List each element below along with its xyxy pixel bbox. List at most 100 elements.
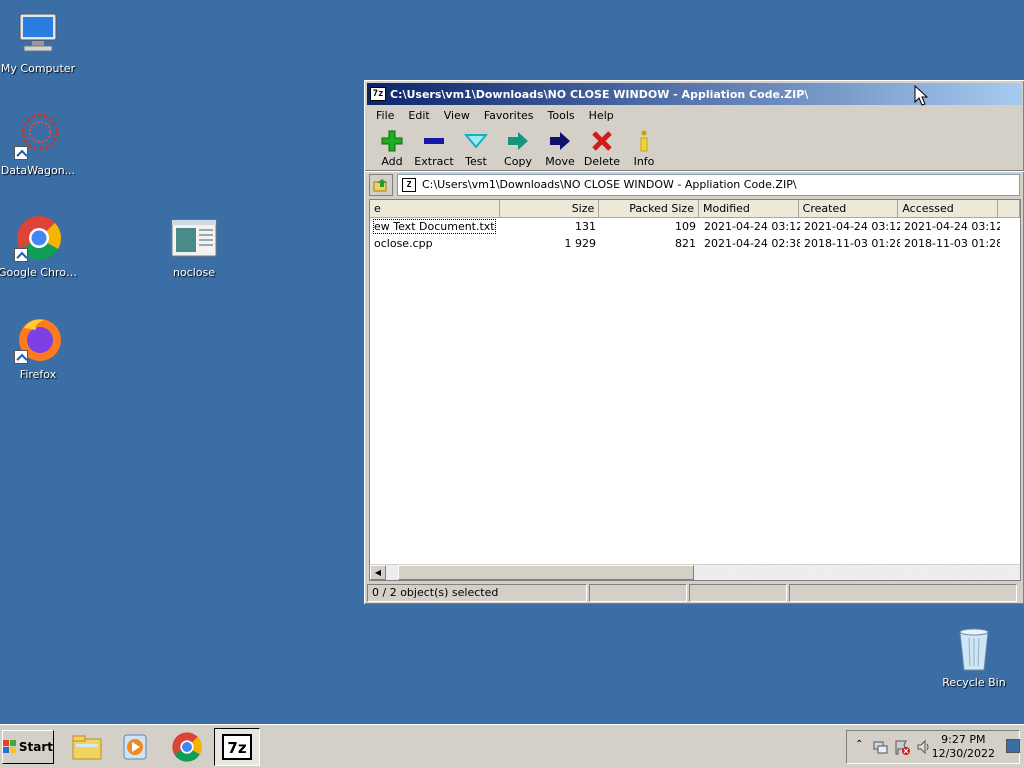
move-label: Move	[545, 155, 575, 168]
add-button[interactable]: Add	[371, 125, 413, 168]
horizontal-scrollbar[interactable]: ◀	[370, 564, 1020, 580]
file-packed-size: 821	[675, 237, 696, 250]
scroll-left-button[interactable]: ◀	[370, 565, 386, 580]
windows-logo-icon	[3, 740, 17, 754]
status-pane-4	[789, 584, 1017, 602]
add-label: Add	[381, 155, 403, 168]
move-button[interactable]: Move	[539, 125, 581, 168]
desktop-icon-label: My Computer	[0, 62, 76, 75]
show-hidden-icons-icon[interactable]: ⌃	[853, 739, 866, 755]
clock-date: 12/30/2022	[931, 747, 995, 760]
column-header-created[interactable]: Created	[799, 200, 899, 218]
start-label: Start	[18, 740, 53, 754]
file-created: 2018-11-03 01:28	[804, 237, 900, 250]
delete-label: Delete	[583, 155, 621, 168]
copy-icon	[506, 129, 530, 153]
file-name: oclose.cpp	[374, 237, 433, 250]
desktop-icon-datawagon[interactable]: DataWagon...	[0, 112, 78, 177]
file-accessed: 2018-11-03 01:28	[904, 237, 1000, 250]
file-name: ew Text Document.txt	[373, 219, 496, 234]
desktop-icon-label: Recycle Bin	[942, 676, 1006, 689]
column-header-packed-size[interactable]: Packed Size	[599, 200, 699, 218]
scrollbar-thumb[interactable]	[398, 565, 694, 580]
add-icon	[380, 129, 404, 153]
column-header-modified[interactable]: Modified	[699, 200, 799, 218]
sevenzip-logo-icon: 7z	[370, 87, 386, 101]
taskbar-chrome-button[interactable]	[164, 728, 210, 766]
address-bar: Z C:\Users\vm1\Downloads\NO CLOSE WINDOW…	[365, 171, 1024, 197]
taskbar-explorer-button[interactable]	[64, 728, 110, 766]
column-header-accessed[interactable]: Accessed	[898, 200, 999, 218]
svg-text:7z: 7z	[227, 739, 246, 757]
volume-icon[interactable]	[916, 739, 932, 755]
system-tray: ⌃ 9:27 PM 12/30/2022	[846, 730, 1020, 764]
menu-view[interactable]: View	[437, 109, 477, 122]
menu-favorites[interactable]: Favorites	[477, 109, 541, 122]
media-player-icon	[123, 734, 147, 760]
file-size: 131	[575, 220, 596, 233]
file-created: 2021-04-24 03:12	[804, 220, 900, 233]
delete-button[interactable]: Delete	[581, 125, 623, 168]
shortcut-arrow-icon	[14, 350, 28, 364]
clock[interactable]: 9:27 PM 12/30/2022	[932, 733, 995, 761]
test-icon	[463, 129, 489, 153]
table-row[interactable]: ew Text Document.txt 131 109 2021-04-24 …	[370, 218, 1020, 235]
folder-up-icon	[373, 178, 387, 191]
test-button[interactable]: Test	[455, 125, 497, 168]
desktop-icon-google-chrome[interactable]: Google Chrome	[0, 214, 78, 279]
menu-edit[interactable]: Edit	[401, 109, 436, 122]
action-center-flag-icon[interactable]	[894, 739, 910, 755]
menu-bar: File Edit View Favorites Tools Help	[365, 105, 1024, 125]
column-header-size[interactable]: Size	[500, 200, 600, 218]
chevron-left-icon: ◀	[374, 568, 382, 577]
copy-button[interactable]: Copy	[497, 125, 539, 168]
file-modified: 2021-04-24 02:38	[704, 237, 800, 250]
address-field[interactable]: Z C:\Users\vm1\Downloads\NO CLOSE WINDOW…	[397, 173, 1020, 196]
shortcut-arrow-icon	[14, 146, 28, 160]
info-button[interactable]: Info	[623, 125, 665, 168]
up-folder-button[interactable]	[369, 173, 393, 196]
chrome-icon	[14, 214, 62, 262]
desktop-icon-my-computer[interactable]: My Computer	[0, 10, 78, 75]
desktop-icon-label: DataWagon...	[0, 164, 76, 177]
menu-tools[interactable]: Tools	[541, 109, 582, 122]
move-icon	[548, 129, 572, 153]
desktop-icon-noclose[interactable]: noclose	[154, 214, 234, 279]
status-pane-2	[589, 584, 687, 602]
table-row[interactable]: oclose.cpp 1 929 821 2021-04-24 02:38 20…	[370, 235, 1020, 252]
sevenzip-logo-icon: 7z	[222, 734, 252, 760]
column-header-extra	[998, 200, 1020, 218]
desktop-icon-firefox[interactable]: Firefox	[0, 316, 78, 381]
column-header-name[interactable]: e	[370, 200, 500, 218]
chrome-icon	[172, 732, 202, 762]
folder-icon	[72, 735, 102, 760]
program-window-icon	[170, 214, 218, 262]
desktop-icon-recycle-bin[interactable]: Recycle Bin	[934, 624, 1014, 689]
extract-button[interactable]: Extract	[413, 125, 455, 168]
menu-file[interactable]: File	[369, 109, 401, 122]
network-icon[interactable]	[872, 739, 888, 755]
file-size: 1 929	[564, 237, 597, 250]
start-button[interactable]: Start	[2, 730, 54, 764]
sevenzip-window: 7z C:\Users\vm1\Downloads\NO CLOSE WINDO…	[364, 80, 1024, 604]
status-pane-3	[689, 584, 787, 602]
status-selection: 0 / 2 object(s) selected	[367, 584, 587, 602]
extract-label: Extract	[414, 155, 454, 168]
window-title: C:\Users\vm1\Downloads\NO CLOSE WINDOW -…	[390, 87, 809, 101]
taskbar-media-player-button[interactable]	[112, 728, 158, 766]
extract-icon	[422, 129, 446, 153]
info-label: Info	[633, 155, 655, 168]
computer-icon	[14, 10, 62, 58]
show-desktop-button[interactable]	[1006, 739, 1020, 753]
file-packed-size: 109	[675, 220, 696, 233]
file-list[interactable]: e Size Packed Size Modified Created Acce…	[369, 199, 1021, 581]
taskbar-7zip-button[interactable]: 7z	[214, 728, 260, 766]
firefox-icon	[14, 316, 62, 364]
desktop-icon-label: Firefox	[19, 368, 57, 381]
menu-help[interactable]: Help	[582, 109, 621, 122]
status-bar: 0 / 2 object(s) selected	[367, 584, 1021, 602]
file-list-header: e Size Packed Size Modified Created Acce…	[370, 200, 1020, 218]
desktop-icon-label: Google Chrome	[0, 266, 78, 279]
taskbar: Start 7z ⌃ 9:27 PM 12/30/2022	[0, 724, 1024, 768]
desktop-icon-label: noclose	[172, 266, 216, 279]
